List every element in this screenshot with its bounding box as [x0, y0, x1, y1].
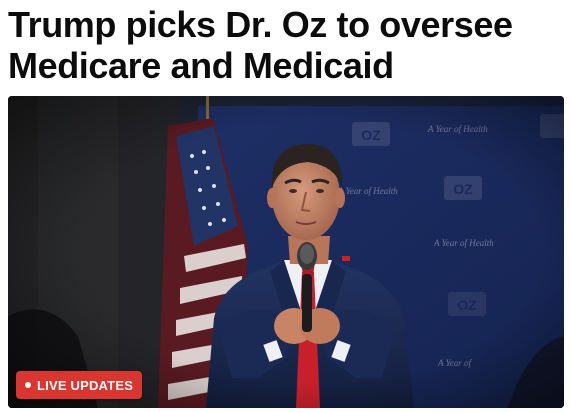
headline[interactable]: Trump picks Dr. Oz to oversee Medicare a… [8, 4, 563, 86]
news-card[interactable]: Trump picks Dr. Oz to oversee Medicare a… [0, 0, 571, 412]
live-updates-badge[interactable]: LIVE UPDATES [16, 371, 143, 399]
article-photo[interactable]: OZ OZ OZ A Year of Health A Year of Heal… [8, 96, 564, 408]
photo-illustration: OZ OZ OZ A Year of Health A Year of Heal… [8, 96, 564, 408]
live-updates-label: LIVE UPDATES [37, 377, 134, 393]
live-dot-icon [25, 382, 31, 388]
